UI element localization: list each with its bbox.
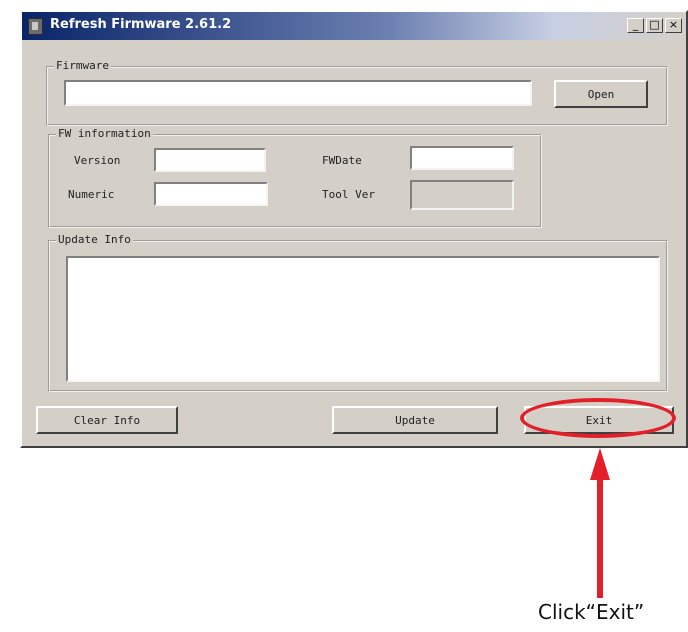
- clear-info-button[interactable]: Clear Info: [36, 406, 178, 434]
- version-input[interactable]: [156, 151, 264, 172]
- fw-information-group-label: FW information: [56, 127, 153, 140]
- update-info-textarea[interactable]: [68, 258, 658, 380]
- minimize-button[interactable]: _: [627, 18, 644, 33]
- numeric-input[interactable]: [156, 185, 266, 206]
- refresh-firmware-window: Refresh Firmware 2.61.2 _ □ × Firmware O…: [20, 10, 688, 448]
- tool-ver-label: Tool Ver: [322, 188, 375, 201]
- update-button[interactable]: Update: [332, 406, 498, 434]
- open-button[interactable]: Open: [554, 80, 648, 108]
- version-field[interactable]: [154, 148, 266, 172]
- app-icon: [28, 18, 43, 35]
- fw-information-group: FW information Version FWDate Numeric To…: [48, 127, 542, 228]
- fwdate-field[interactable]: [410, 146, 514, 170]
- exit-highlight-circle: [520, 398, 676, 438]
- tool-ver-input: [412, 182, 512, 208]
- instruction-caption: Click“Exit”: [538, 600, 645, 624]
- firmware-group: Firmware Open: [46, 59, 668, 126]
- version-label: Version: [74, 154, 121, 167]
- numeric-field[interactable]: [154, 182, 268, 206]
- firmware-path-field[interactable]: [64, 80, 532, 106]
- title-bar[interactable]: Refresh Firmware 2.61.2 _ □ ×: [22, 12, 686, 40]
- maximize-button[interactable]: □: [646, 18, 663, 33]
- firmware-group-label: Firmware: [54, 59, 111, 72]
- tool-ver-field: [410, 180, 514, 210]
- update-info-group: Update Info: [48, 233, 668, 392]
- update-info-group-label: Update Info: [56, 233, 133, 246]
- arrow-up-icon: [590, 448, 610, 480]
- firmware-path-input[interactable]: [66, 82, 530, 105]
- close-button[interactable]: ×: [665, 18, 682, 33]
- window-title: Refresh Firmware 2.61.2: [50, 17, 232, 32]
- fwdate-input[interactable]: [412, 149, 512, 170]
- numeric-label: Numeric: [68, 188, 115, 201]
- arrow-shaft: [597, 478, 603, 598]
- update-info-textarea-frame[interactable]: [66, 256, 660, 382]
- fwdate-label: FWDate: [322, 154, 362, 167]
